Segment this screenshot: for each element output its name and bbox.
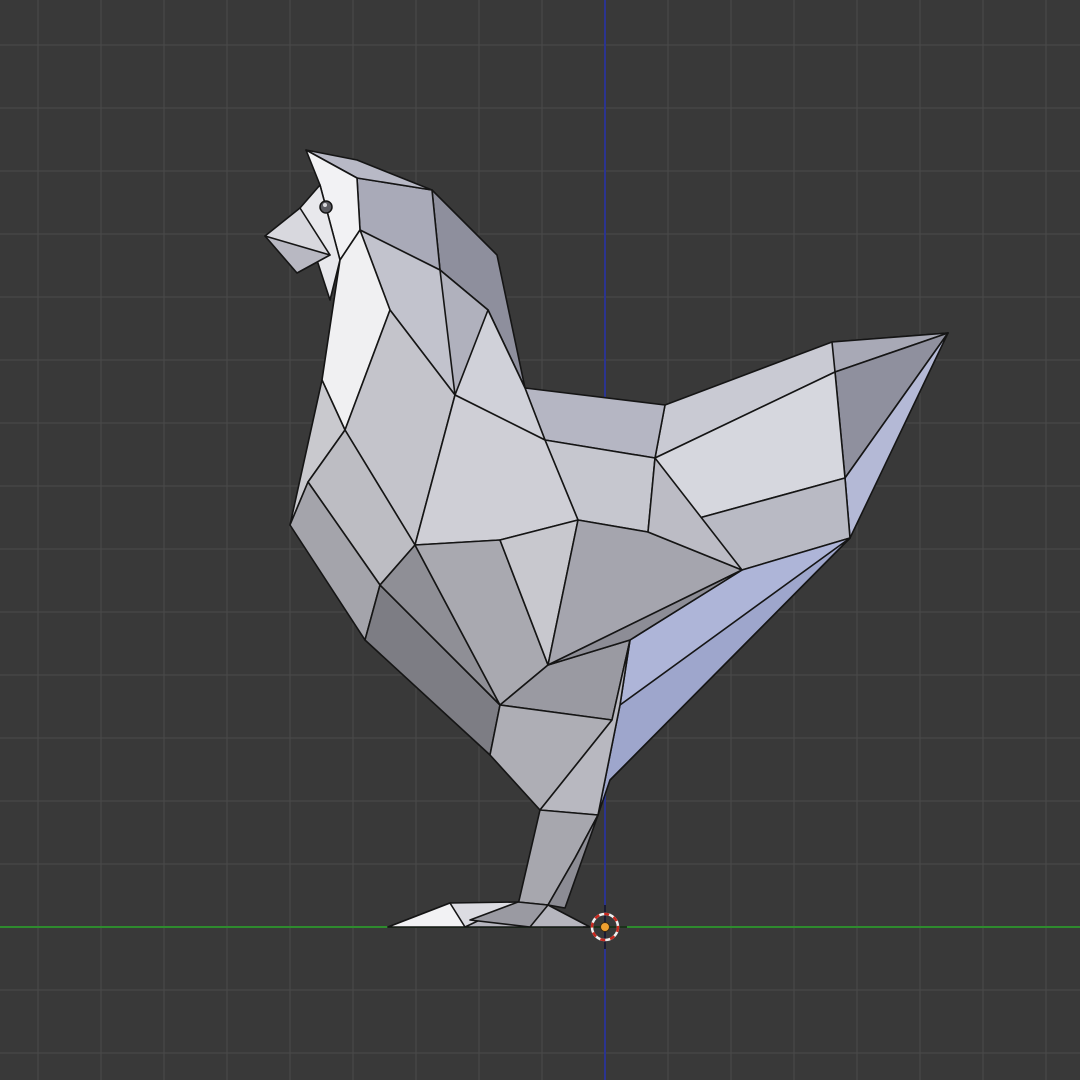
3d-viewport[interactable] <box>0 0 1080 1080</box>
object-origin-dot <box>600 922 610 932</box>
eye <box>319 200 333 214</box>
eye-highlight <box>323 203 327 207</box>
